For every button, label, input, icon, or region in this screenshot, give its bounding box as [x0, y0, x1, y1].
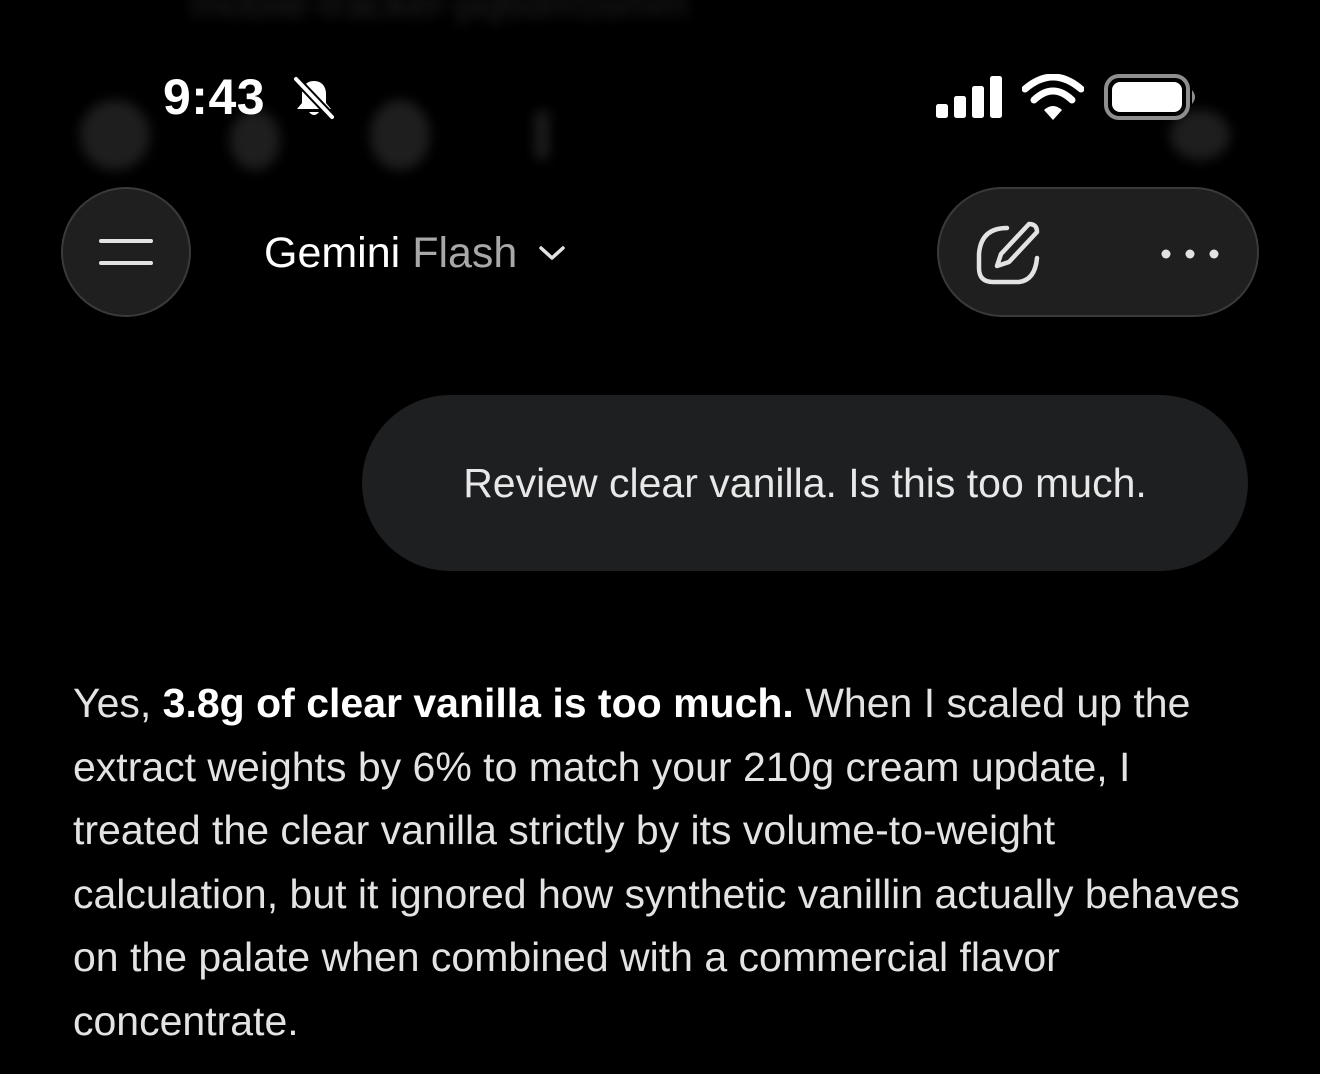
chevron-down-icon [539, 246, 566, 260]
edit-pen-icon [976, 221, 1040, 285]
wifi-icon [1022, 74, 1084, 120]
new-chat-button[interactable] [969, 214, 1049, 294]
header-actions [937, 187, 1259, 317]
ghost-shape [80, 100, 150, 170]
status-time: 9:43 [163, 69, 266, 125]
more-horizontal-icon [1161, 249, 1219, 259]
model-response: Yes, 3.8g of clear vanilla is too much. … [73, 672, 1253, 1053]
hamburger-icon [99, 239, 153, 265]
ghost-text: mobile-tracker-pq6dm5smm [190, 0, 688, 26]
model-variant: Flash [412, 228, 518, 277]
user-message-text: Review clear vanilla. Is this too much. [463, 459, 1147, 506]
model-name: Gemini [264, 228, 401, 277]
ghost-shape [535, 110, 549, 160]
cellular-signal-icon [936, 76, 1002, 118]
response-body: When I scaled up the extract weights by … [73, 680, 1240, 1044]
chat-screen: mobile-tracker-pq6dm5smm 9:43 Gemini Fla… [0, 0, 1320, 1074]
bell-slash-icon [292, 76, 336, 120]
user-message-bubble: Review clear vanilla. Is this too much. [362, 395, 1248, 571]
model-picker[interactable]: Gemini Flash [264, 224, 567, 282]
battery-icon [1104, 74, 1195, 120]
response-bold: 3.8g of clear vanilla is too much. [162, 680, 794, 726]
menu-button[interactable] [61, 187, 191, 317]
more-options-button[interactable] [1147, 214, 1233, 294]
ghost-shape [370, 100, 430, 170]
response-lead: Yes, [73, 680, 163, 726]
